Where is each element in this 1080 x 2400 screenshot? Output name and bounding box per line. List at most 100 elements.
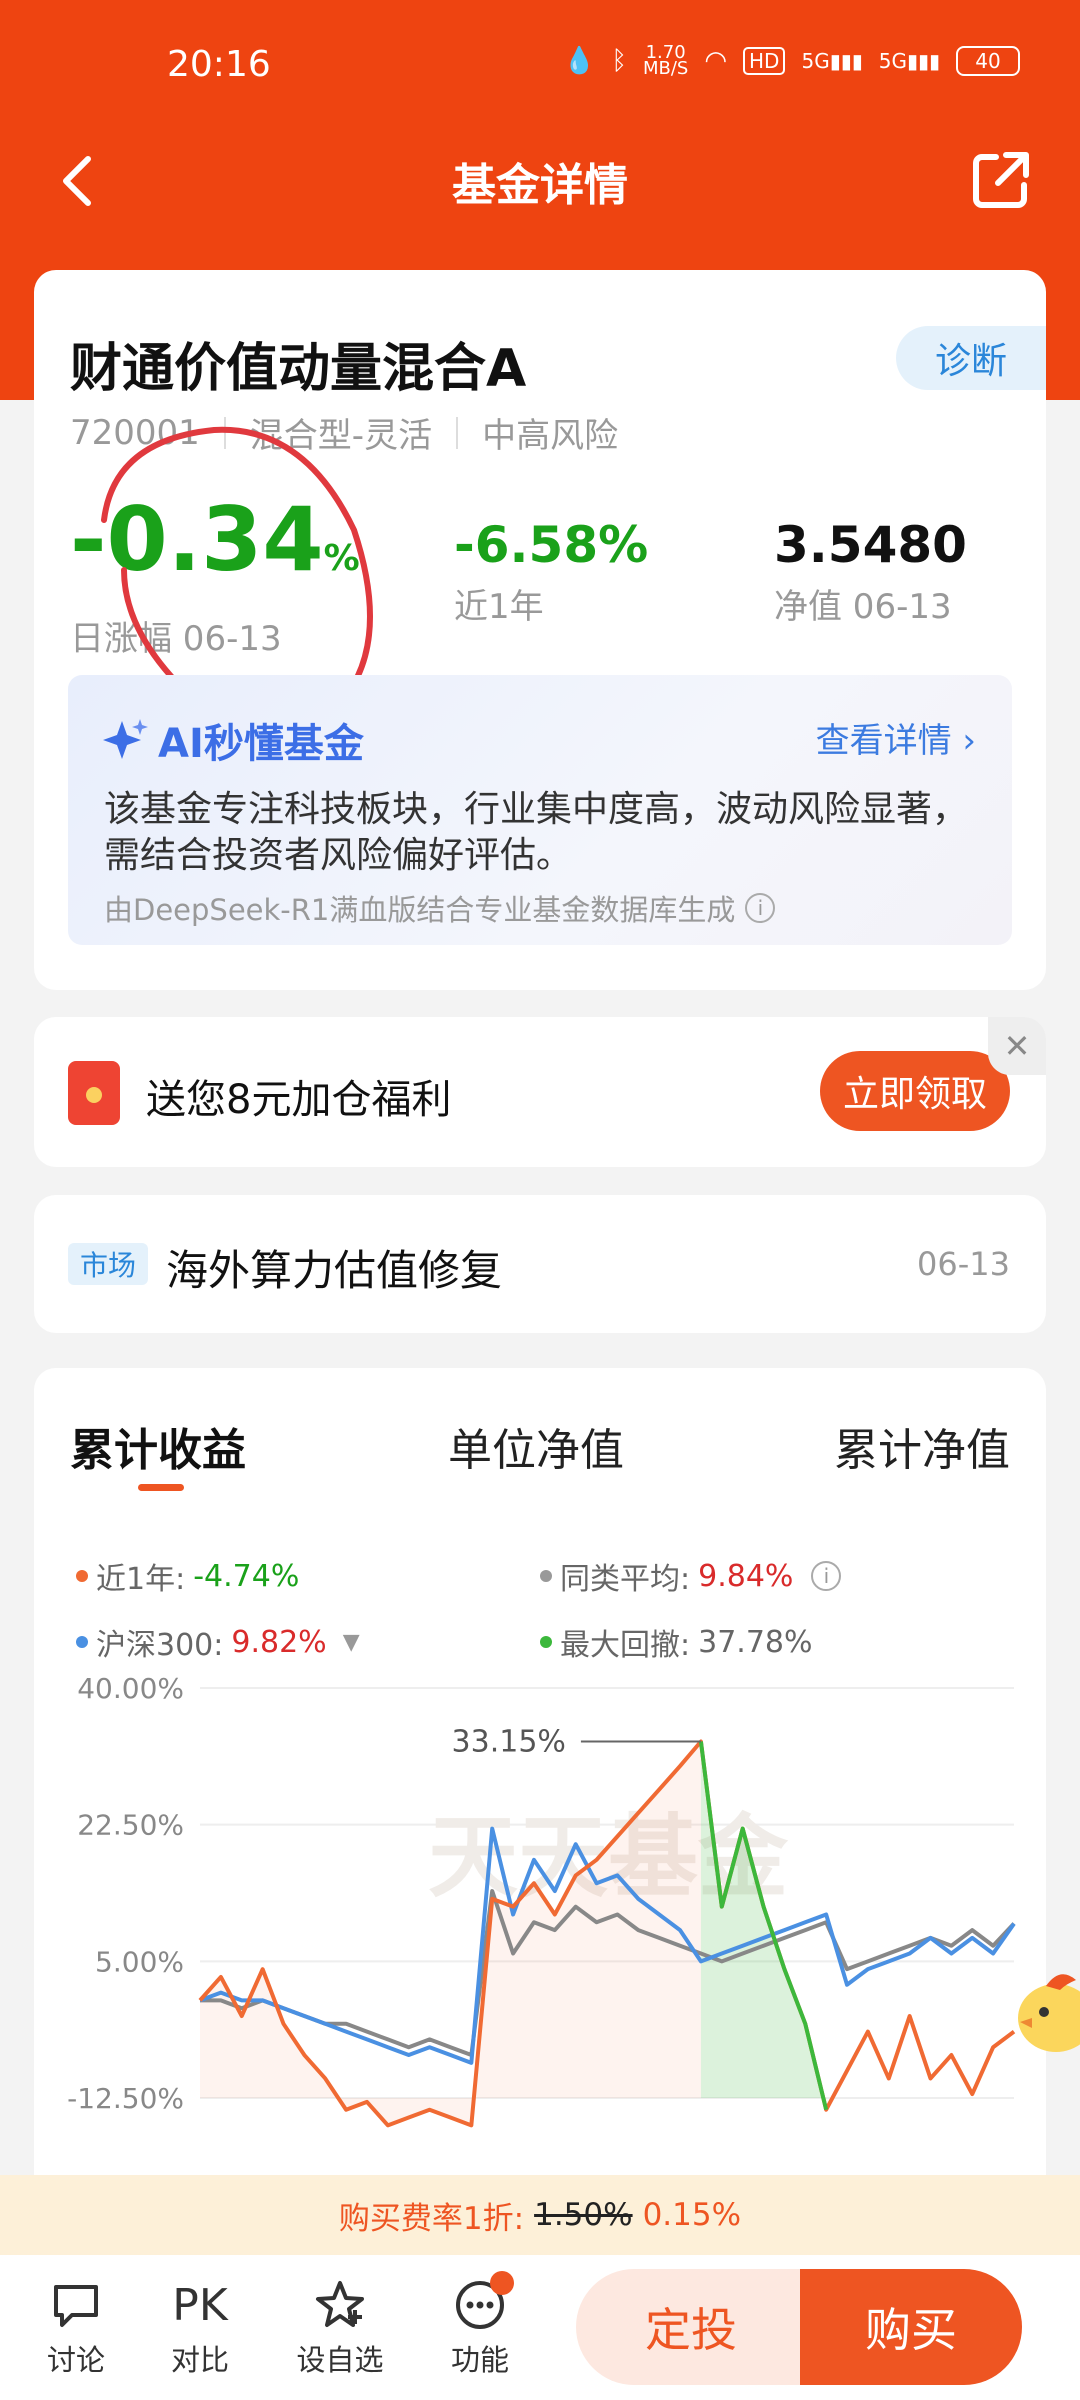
claim-button[interactable]: 立即领取 — [820, 1051, 1010, 1131]
ai-footer-text: 由DeepSeek-R1满血版结合专业基金数据库生成 — [104, 893, 736, 927]
status-icons: 💧 ᛒ 1.70 MB/S ◠ HD 5G▮▮▮ 5G▮▮▮ 40 — [563, 44, 1020, 79]
tab-underline — [138, 1484, 184, 1491]
fee-original: 1.50% — [534, 2197, 633, 2233]
notification-badge — [490, 2271, 514, 2295]
legend-dot — [76, 1570, 88, 1582]
info-icon[interactable]: i — [745, 893, 776, 923]
daily-change-stat: -0.34% 日涨幅 06-13 — [70, 492, 360, 660]
chat-icon — [26, 2273, 126, 2337]
functions-label: 功能 — [450, 2343, 509, 2377]
discuss-button[interactable]: 讨论 — [26, 2273, 126, 2379]
buy-button[interactable]: 购买 — [800, 2269, 1022, 2385]
red-envelope-icon — [68, 1061, 120, 1125]
promo-text: 送您8元加仓福利 — [146, 1077, 452, 1123]
signal-icon-2: 5G▮▮▮ — [878, 49, 940, 73]
fee-bar: 购买费率1折: 1.50% 0.15% — [0, 2175, 1080, 2255]
net-speed-unit: MB/S — [642, 58, 689, 79]
discuss-label: 讨论 — [46, 2343, 105, 2377]
ai-title: AI秒懂基金 — [100, 711, 364, 769]
legend-peer: 同类平均: 9.84% i — [540, 1554, 842, 1598]
daily-change-number: -0.34 — [70, 488, 324, 591]
y-tick-label: 22.50% — [77, 1809, 184, 1842]
legend-dot — [76, 1636, 88, 1648]
ai-title-text: AI秒懂基金 — [158, 721, 364, 767]
info-icon[interactable]: i — [811, 1561, 842, 1591]
legend-value: -4.74% — [193, 1558, 300, 1594]
compare-label: 对比 — [170, 2343, 229, 2377]
y-tick-label: -12.50% — [67, 2082, 184, 2115]
drawdown-fill — [700, 1741, 827, 2110]
tab-cumulative-return[interactable]: 累计收益 — [70, 1414, 246, 1478]
legend-near-year: 近1年: -4.74% — [76, 1554, 299, 1598]
news-title: 海外算力估值修复 — [166, 1246, 503, 1295]
legend-hs300[interactable]: 沪深300: 9.82% ▼ — [76, 1620, 360, 1664]
bird-mascot-icon — [1018, 1974, 1080, 2052]
tab-unit-nav[interactable]: 单位净值 — [448, 1414, 624, 1478]
daily-change-unit: % — [323, 538, 360, 579]
year-change-label: 近1年 — [454, 587, 544, 627]
fund-meta: 720001 混合型-灵活 中高风险 — [70, 408, 618, 457]
divider — [456, 416, 459, 449]
fund-code: 720001 — [70, 412, 200, 453]
y-tick-label: 5.00% — [95, 1945, 184, 1978]
fee-label: 购买费率1折: — [338, 2200, 525, 2237]
legend-max-drawdown: 最大回撤: 37.78% — [540, 1620, 813, 1664]
legend-value: 9.82% — [231, 1624, 327, 1660]
cumulative-return-chart[interactable]: 40.00%22.50%5.00%-12.50%天天基金33.15% — [34, 1672, 1046, 2128]
star-icon — [290, 2273, 390, 2337]
legend-label: 沪深300: — [96, 1628, 224, 1663]
legend-label: 最大回撤: — [560, 1628, 691, 1663]
share-button[interactable] — [968, 147, 1034, 213]
ai-text: 该基金专注科技板块，行业集中度高，波动风险显著，需结合投资者风险偏好评估。 — [104, 789, 969, 876]
tab-cumulative-nav[interactable]: 累计净值 — [834, 1414, 1010, 1478]
status-time: 20:16 — [167, 44, 271, 85]
ai-more-link[interactable]: 查看详情 › — [816, 713, 976, 762]
nav-value: 3.5480 — [774, 516, 967, 574]
year-change-stat: -6.58% 近1年 — [454, 515, 648, 628]
bluetooth-icon: ᛒ — [611, 46, 627, 76]
news-date: 06-13 — [917, 1245, 1010, 1283]
daily-change-label: 日涨幅 06-13 — [70, 619, 282, 659]
hd-icon: HD — [743, 47, 786, 75]
page-title: 基金详情 — [452, 160, 628, 211]
legend-label: 同类平均: — [560, 1562, 691, 1597]
peak-label: 33.15% — [452, 1724, 566, 1759]
status-bar: 20:16 💧 ᛒ 1.70 MB/S ◠ HD 5G▮▮▮ 5G▮▮▮ 40 — [0, 0, 1080, 135]
pk-icon: PK — [172, 2279, 228, 2331]
share-icon — [973, 152, 1029, 208]
ai-summary-box[interactable]: AI秒懂基金 查看详情 › 该基金专注科技板块，行业集中度高，波动风险显著，需结… — [68, 675, 1012, 945]
nav-bar: 基金详情 — [0, 135, 1080, 235]
legend-value: 37.78% — [698, 1624, 813, 1660]
functions-button[interactable]: 功能 — [430, 2271, 530, 2379]
mascot-icon[interactable] — [1016, 1956, 1080, 2066]
ai-more-text: 查看详情 — [815, 721, 952, 761]
fund-name: 财通价值动量混合A — [70, 339, 527, 399]
watchlist-button[interactable]: 设自选 — [290, 2273, 390, 2379]
bottom-bar: 讨论 PK 对比 设自选 功能 定投 购买 — [0, 2255, 1080, 2400]
y-tick-label: 40.00% — [77, 1672, 184, 1705]
year-change-value: -6.58% — [454, 516, 649, 574]
signal-label-1: 5G — [801, 49, 830, 73]
watchlist-label: 设自选 — [296, 2343, 384, 2377]
legend-dot — [540, 1636, 552, 1648]
auto-invest-button[interactable]: 定投 — [576, 2269, 806, 2385]
legend-dot — [540, 1570, 552, 1582]
more-icon — [430, 2273, 530, 2337]
net-speed: 1.70 MB/S — [642, 44, 689, 79]
ai-footer: 由DeepSeek-R1满血版结合专业基金数据库生成 i — [104, 887, 776, 929]
sparkle-icon — [103, 719, 148, 759]
area-fill-gain — [200, 1741, 701, 2126]
compare-button[interactable]: PK 对比 — [150, 2273, 250, 2379]
fund-risk: 中高风险 — [482, 416, 619, 456]
fund-type: 混合型-灵活 — [249, 416, 433, 456]
news-card[interactable]: 市场 海外算力估值修复 06-13 — [34, 1195, 1046, 1333]
legend-value: 9.84% — [698, 1558, 794, 1594]
news-tag: 市场 — [68, 1243, 148, 1285]
dropdown-icon: ▼ — [342, 1629, 360, 1655]
close-icon[interactable]: ✕ — [988, 1017, 1046, 1075]
fee-discounted: 0.15% — [642, 2197, 742, 2233]
battery-icon: 40 — [956, 46, 1020, 76]
nav-label: 净值 06-13 — [774, 587, 952, 627]
diagnose-button[interactable]: 诊断 — [896, 326, 1046, 390]
daily-change-value: -0.34% — [70, 492, 360, 607]
